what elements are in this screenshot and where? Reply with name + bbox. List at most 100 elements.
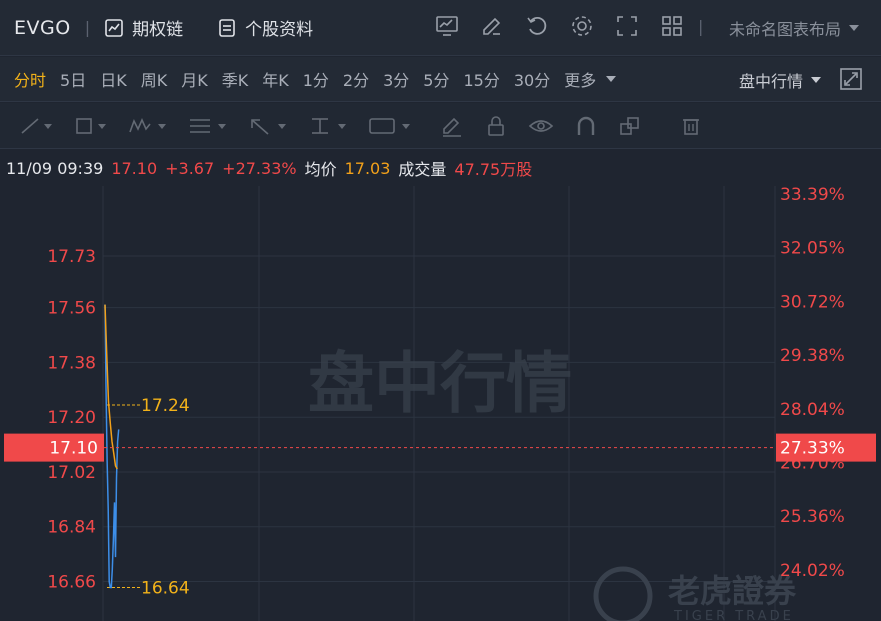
trend-line-icon bbox=[21, 117, 52, 134]
options-chain-button[interactable]: 期权链 bbox=[104, 15, 183, 40]
measure-tool-button[interactable] bbox=[308, 116, 348, 136]
brand-subtitle: TIGER TRADE bbox=[673, 609, 794, 621]
brand-name: 老虎證券 bbox=[668, 572, 797, 610]
ticker-symbol[interactable]: EVGO bbox=[14, 17, 71, 39]
left-tick-label: 17.38 bbox=[47, 353, 96, 373]
visibility-tool-button[interactable] bbox=[528, 115, 554, 137]
top-bar: EVGO | 期权链 个股资料 | 未命名图表布局 bbox=[0, 0, 881, 56]
drawing-toolbar bbox=[0, 103, 881, 149]
left-tick-label: 17.02 bbox=[47, 463, 96, 483]
quote-change-pct: +27.33% bbox=[222, 158, 297, 178]
hi-lo-markers: 17.24 16.64 bbox=[107, 396, 190, 599]
intraday-chart[interactable]: 盘中行情 老虎證券 TIGER TRADE 17.73 17.56 17.38 17.… bbox=[0, 186, 881, 621]
expand-icon[interactable] bbox=[839, 67, 863, 91]
left-tick-label: 17.56 bbox=[47, 299, 96, 319]
right-tick-label: 24.02% bbox=[780, 561, 845, 581]
arrow-tool-button[interactable] bbox=[248, 116, 288, 136]
divider: | bbox=[698, 17, 704, 36]
fullscreen-icon[interactable] bbox=[615, 14, 639, 38]
left-axis: 17.73 17.56 17.38 17.20 17.02 16.84 16.66 bbox=[47, 247, 96, 592]
watermark-text: 盘中行情 bbox=[308, 345, 572, 422]
layers-tool-button[interactable] bbox=[618, 115, 642, 137]
volume-label: 成交量 bbox=[398, 160, 447, 179]
stock-profile-label: 个股资料 bbox=[245, 20, 314, 40]
tab-yearly[interactable]: 年K bbox=[262, 67, 289, 91]
lock-icon bbox=[488, 115, 504, 136]
brand-watermark: 老虎證券 TIGER TRADE bbox=[593, 566, 797, 621]
left-tick-label: 17.20 bbox=[47, 408, 96, 428]
right-tick-label: 29.38% bbox=[780, 346, 845, 366]
wave-tool-button[interactable] bbox=[128, 116, 168, 136]
stock-profile-button[interactable]: 个股资料 bbox=[217, 15, 313, 40]
arrow-icon bbox=[251, 118, 286, 135]
quote-price: 17.10 bbox=[111, 158, 158, 178]
grid-layout-icon[interactable] bbox=[660, 14, 684, 38]
caret-down-icon bbox=[606, 76, 617, 82]
left-tick-label: 17.73 bbox=[47, 247, 96, 267]
tab-intraday[interactable]: 分时 bbox=[14, 67, 46, 91]
realtime-label: 盘中行情 bbox=[738, 72, 803, 91]
more-timeframes-button[interactable]: 更多 bbox=[564, 67, 618, 91]
rectangle-icon bbox=[76, 117, 106, 134]
caret-down-icon bbox=[811, 77, 821, 83]
current-price-line: 17.10 27.33% bbox=[4, 433, 876, 462]
tab-weekly[interactable]: 周K bbox=[141, 67, 168, 91]
avg-price-value: 17.03 bbox=[344, 158, 391, 178]
current-price-label: 17.10 bbox=[49, 439, 98, 459]
layout-selector[interactable]: 未命名图表布局 bbox=[729, 16, 861, 40]
chart-monitor-icon[interactable] bbox=[435, 14, 459, 38]
settings-gear-icon[interactable] bbox=[570, 14, 594, 38]
fib-tool-button[interactable] bbox=[188, 116, 228, 136]
tab-daily[interactable]: 日K bbox=[100, 67, 127, 91]
eye-icon bbox=[528, 119, 554, 132]
series-lines bbox=[104, 304, 120, 589]
tiger-logo-icon bbox=[593, 566, 653, 621]
right-tick-label: 32.05% bbox=[780, 239, 845, 259]
lock-tool-button[interactable] bbox=[484, 115, 508, 137]
volume-value: 47.75万股 bbox=[454, 160, 533, 179]
low-marker-label: 16.64 bbox=[141, 579, 190, 599]
pen-tool-button[interactable] bbox=[440, 115, 464, 137]
price-label-tool-button[interactable] bbox=[368, 116, 412, 136]
layout-name: 未命名图表布局 bbox=[728, 20, 841, 39]
right-tick-label: 33.39% bbox=[780, 186, 845, 205]
avg-price-label: 均价 bbox=[304, 160, 337, 179]
divider: | bbox=[84, 18, 91, 37]
realtime-selector[interactable]: 盘中行情 bbox=[739, 68, 823, 92]
right-tick-label: 30.72% bbox=[780, 292, 845, 312]
right-axis: 33.39%32.05%30.72%29.38%28.04%26.70%25.3… bbox=[780, 186, 845, 581]
timeframe-bar: 分时 5日 日K 周K 月K 季K 年K 1分 2分 3分 5分 15分 30分… bbox=[0, 57, 881, 102]
options-chain-label: 期权链 bbox=[132, 20, 184, 40]
right-tick-label: 28.04% bbox=[780, 400, 845, 420]
tab-monthly[interactable]: 月K bbox=[181, 67, 208, 91]
wave-pattern-icon bbox=[129, 117, 166, 132]
trash-icon bbox=[683, 118, 699, 135]
tab-2min[interactable]: 2分 bbox=[343, 67, 369, 91]
tab-5day[interactable]: 5日 bbox=[60, 67, 86, 91]
tab-1min[interactable]: 1分 bbox=[303, 67, 329, 91]
refresh-icon[interactable] bbox=[525, 14, 549, 38]
current-pct-label: 27.33% bbox=[780, 439, 845, 459]
more-label: 更多 bbox=[564, 71, 597, 90]
fibonacci-icon bbox=[190, 118, 226, 133]
tab-15min[interactable]: 15分 bbox=[463, 67, 499, 91]
magnet-tool-button[interactable] bbox=[574, 115, 598, 137]
right-tick-label: 25.36% bbox=[780, 507, 845, 527]
edit-icon[interactable] bbox=[480, 14, 504, 38]
tab-5min[interactable]: 5分 bbox=[423, 67, 449, 91]
tab-quarterly[interactable]: 季K bbox=[222, 67, 249, 91]
line-tool-button[interactable] bbox=[20, 116, 54, 136]
left-tick-label: 16.84 bbox=[47, 518, 96, 538]
delete-tool-button[interactable] bbox=[680, 115, 702, 137]
caret-down-icon bbox=[849, 25, 859, 31]
rect-tool-button[interactable] bbox=[74, 116, 108, 136]
measure-icon bbox=[312, 117, 346, 134]
tab-30min[interactable]: 30分 bbox=[514, 67, 550, 91]
chart-doc-icon bbox=[105, 18, 123, 37]
label-icon bbox=[369, 117, 410, 134]
tab-3min[interactable]: 3分 bbox=[383, 67, 409, 91]
quote-change: +3.67 bbox=[165, 158, 215, 178]
magnet-icon bbox=[577, 116, 595, 135]
high-marker-label: 17.24 bbox=[141, 396, 190, 416]
layers-icon bbox=[620, 116, 639, 135]
